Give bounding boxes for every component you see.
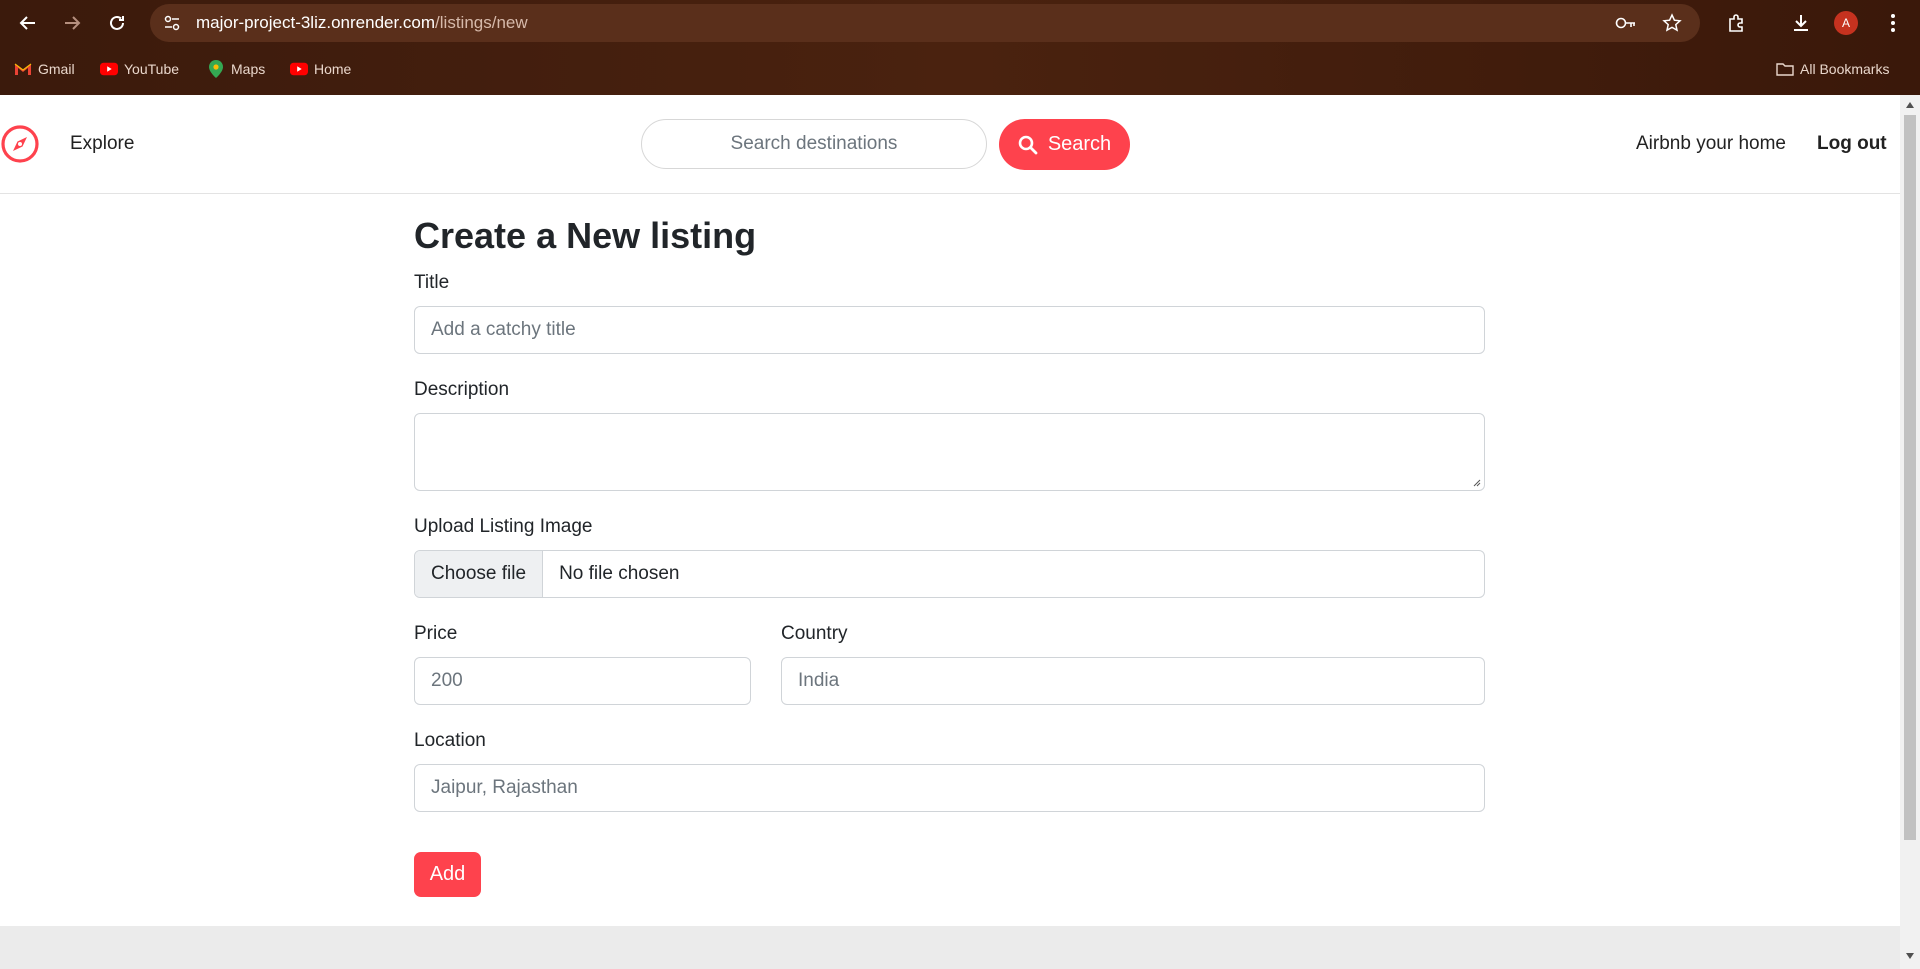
no-file-chosen-text: No file chosen [559,563,680,584]
price-input[interactable]: 200 [414,657,751,705]
explore-link[interactable]: Explore [70,133,134,155]
site-navbar: Explore Search destinations Search Airbn… [0,95,1900,194]
title-label: Title [414,272,450,293]
folder-icon [1776,62,1794,76]
search-icon [1018,135,1038,154]
scrollbar-thumb[interactable] [1904,115,1916,840]
brand-logo[interactable] [0,124,40,164]
maps-icon [207,60,225,78]
compass-icon [1,125,39,163]
forward-button[interactable] [58,9,86,37]
all-bookmarks[interactable]: All Bookmarks [1776,57,1889,81]
bookmark-label: Gmail [38,61,75,77]
bookmark-maps[interactable]: Maps [207,57,265,81]
browser-toolbar: major-project-3liz.onrender.com/listings… [0,0,1920,46]
resize-handle-icon[interactable] [1471,477,1481,487]
forward-arrow-icon [65,16,81,30]
add-button[interactable]: Add [414,852,481,897]
page-title: Create a New listing [414,215,757,256]
profile-button[interactable]: A [1832,9,1860,37]
url-host: major-project-3liz.onrender.com [196,13,436,32]
site-info-icon[interactable] [160,11,184,35]
scroll-down-icon[interactable] [1904,950,1916,962]
web-page: Explore Search destinations Search Airbn… [0,95,1900,969]
bookmark-youtube[interactable]: YouTube [100,57,179,81]
downloads-button[interactable] [1787,9,1815,37]
bookmark-label: Home [314,61,352,77]
youtube-icon [100,62,118,76]
url-text: major-project-3liz.onrender.com/listings… [196,13,528,33]
bookmark-home[interactable]: Home [290,57,351,81]
bookmark-star-icon[interactable] [1660,11,1684,35]
all-bookmarks-label: All Bookmarks [1800,61,1890,77]
gmail-icon [14,62,32,76]
password-key-icon[interactable] [1614,11,1638,35]
back-button[interactable] [14,9,42,37]
puzzle-icon [1729,14,1743,32]
choose-file-button[interactable]: Choose file [415,551,544,597]
browser-chrome: major-project-3liz.onrender.com/listings… [0,0,1920,95]
image-file-input[interactable]: Choose file No file chosen [414,550,1485,598]
description-textarea[interactable] [414,413,1485,491]
download-icon [1794,15,1808,31]
bookmark-label: YouTube [124,61,180,77]
page-scrollbar[interactable] [1900,95,1920,969]
search-button[interactable]: Search [999,119,1130,170]
description-label: Description [414,379,510,400]
url-path: /listings/new [435,13,528,32]
bookmark-label: Maps [231,61,266,77]
footer [0,926,1900,969]
country-input[interactable]: India [781,657,1485,705]
reload-button[interactable] [103,9,131,37]
location-input[interactable]: Jaipur, Rajasthan [414,764,1485,812]
scroll-up-icon[interactable] [1904,99,1916,111]
address-bar[interactable]: major-project-3liz.onrender.com/listings… [150,4,1700,42]
bookmark-gmail[interactable]: Gmail [14,57,75,81]
youtube-icon [290,62,308,76]
extensions-button[interactable] [1722,9,1750,37]
profile-avatar: A [1834,11,1858,35]
browser-menu-button[interactable] [1879,9,1907,37]
reload-icon [110,15,124,30]
location-label: Location [414,730,486,751]
kebab-menu-icon [1891,14,1895,32]
price-label: Price [414,623,458,644]
image-upload-label: Upload Listing Image [414,516,593,537]
search-input[interactable]: Search destinations [641,119,987,169]
airbnb-your-home-link[interactable]: Airbnb your home [1636,133,1786,155]
back-arrow-icon [19,16,35,30]
logout-link[interactable]: Log out [1817,133,1887,155]
bookmarks-bar: Gmail YouTube Maps Home All Bookmarks [0,57,1920,81]
search-button-label: Search [1047,133,1112,155]
title-input[interactable]: Add a catchy title [414,306,1485,354]
country-label: Country [781,623,848,644]
